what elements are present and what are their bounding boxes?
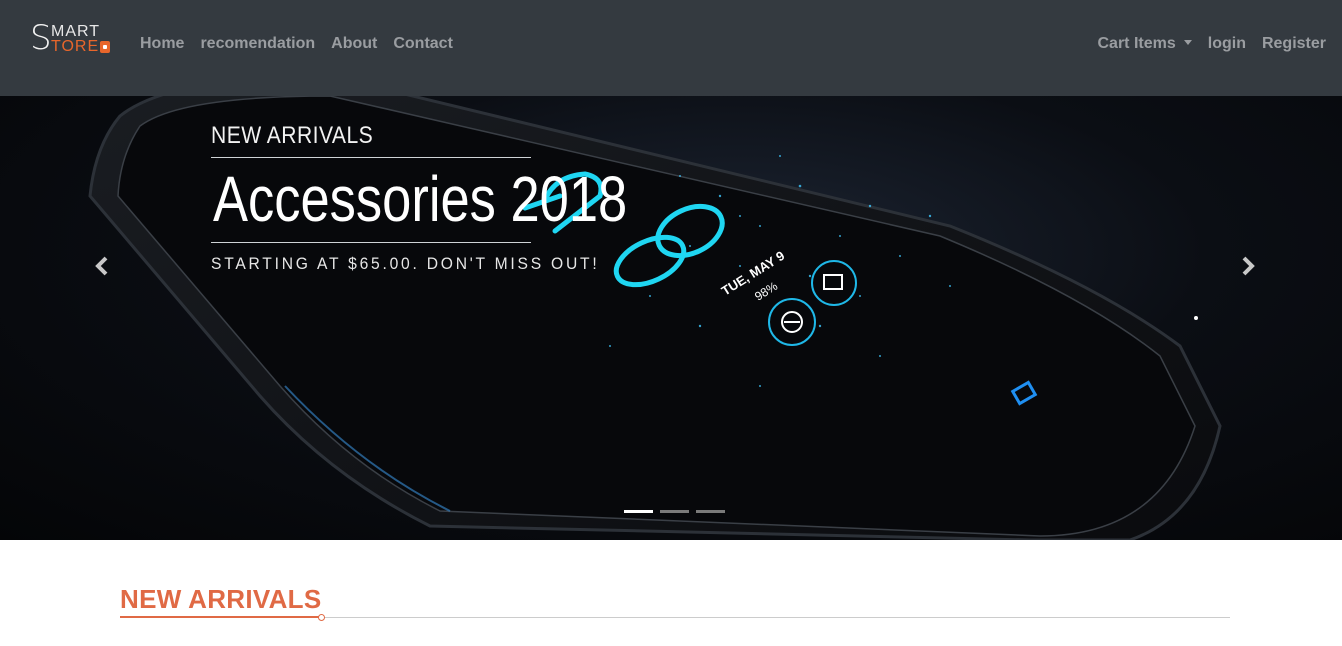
caption-divider-top xyxy=(211,157,531,158)
cart-items-dropdown[interactable]: Cart Items xyxy=(1098,34,1192,54)
carousel-indicators xyxy=(624,510,725,513)
carousel-indicator-2[interactable] xyxy=(660,510,689,513)
caption-headline: Accessories 2018 xyxy=(213,163,628,235)
logo-initial: S xyxy=(30,18,52,58)
nav-home[interactable]: Home xyxy=(140,34,184,54)
phone-hero-image: TUE, MAY 9 98% xyxy=(88,96,1222,540)
caption-subtext: STARTING AT $65.00. DON'T MISS OUT! xyxy=(211,254,600,273)
caret-down-icon xyxy=(1183,40,1192,45)
caption-eyebrow: NEW ARRIVALS xyxy=(211,122,374,149)
section-accent-underline xyxy=(120,616,320,618)
user-nav: Cart Items login Register xyxy=(1098,34,1327,54)
chevron-right-icon xyxy=(1242,256,1255,276)
chevron-left-icon xyxy=(95,256,108,276)
carousel-indicator-3[interactable] xyxy=(696,510,725,513)
section-accent-dot xyxy=(318,614,325,621)
nav-contact[interactable]: Contact xyxy=(393,34,453,54)
nav-about[interactable]: About xyxy=(331,34,377,54)
register-link[interactable]: Register xyxy=(1262,34,1326,54)
logo-text-bottom: TORE xyxy=(51,38,100,55)
nav-recomendation[interactable]: recomendation xyxy=(200,34,315,54)
caption-divider-bottom xyxy=(211,242,531,243)
new-arrivals-heading: NEW ARRIVALS xyxy=(120,584,322,614)
login-link[interactable]: login xyxy=(1208,34,1246,54)
main-nav: Home recomendation About Contact xyxy=(140,34,453,54)
hero-carousel: TUE, MAY 9 98% NEW ARRIVALS Accessories … xyxy=(0,96,1342,540)
carousel-indicator-1[interactable] xyxy=(624,510,653,513)
shopping-bag-icon xyxy=(100,41,110,53)
navbar: S MART TORE Home recomendation About Con… xyxy=(0,0,1342,96)
smart-store-logo[interactable]: S MART TORE xyxy=(30,18,112,58)
carousel-next-button[interactable] xyxy=(1228,248,1268,284)
carousel-prev-button[interactable] xyxy=(82,248,122,284)
cart-items-label: Cart Items xyxy=(1097,35,1176,52)
